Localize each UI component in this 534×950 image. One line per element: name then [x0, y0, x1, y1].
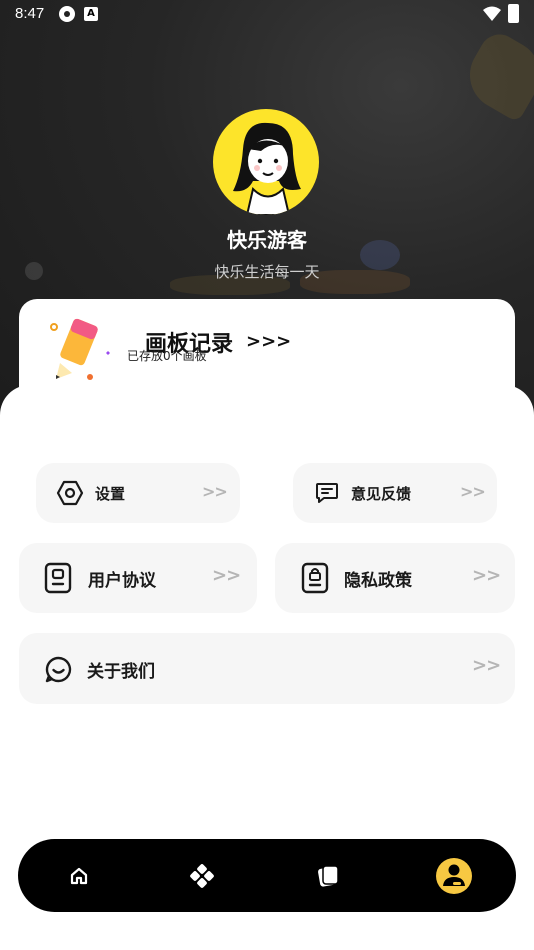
pencil-icon: [50, 318, 110, 380]
settings-arrow: >>: [202, 482, 228, 501]
nav-home[interactable]: [49, 839, 109, 912]
status-time: 8:47: [15, 5, 45, 22]
settings-label: 设置: [95, 485, 126, 503]
privacy-policy-item[interactable]: 隐私政策 >>: [275, 543, 515, 613]
about-us-item[interactable]: 关于我们 >>: [19, 633, 515, 704]
user-agreement-label: 用户协议: [88, 571, 156, 591]
feedback-label: 意见反馈: [351, 485, 412, 503]
record-subtitle: 已存放0个画板: [127, 349, 207, 363]
motto: 快乐生活每一天: [214, 263, 320, 281]
shapes-icon: [190, 863, 214, 888]
profile-icon: [443, 864, 465, 886]
user-agreement-arrow: >>: [212, 565, 241, 586]
nav-shapes[interactable]: [172, 839, 232, 912]
status-bar: 8:47 A: [0, 0, 534, 30]
a-badge-icon: A: [84, 7, 98, 21]
feedback-arrow: >>: [460, 482, 486, 501]
privacy-policy-label: 隐私政策: [344, 571, 412, 591]
about-us-arrow: >>: [472, 655, 501, 676]
photo-icon: [59, 6, 75, 22]
nav-cards[interactable]: [298, 839, 358, 912]
feedback-item[interactable]: 意见反馈 >>: [293, 463, 497, 523]
nav-profile[interactable]: [436, 858, 472, 894]
user-agreement-item[interactable]: 用户协议 >>: [19, 543, 257, 613]
privacy-policy-arrow: >>: [472, 565, 501, 586]
username: 快乐游客: [227, 228, 307, 252]
girl-avatar-icon: [233, 122, 301, 215]
about-us-label: 关于我们: [87, 662, 155, 682]
smile-chat-icon: [45, 656, 72, 683]
wifi-icon: [483, 6, 501, 21]
home-icon: [70, 867, 88, 884]
lock-document-icon: [301, 562, 329, 594]
avatar[interactable]: [213, 109, 319, 215]
settings-item[interactable]: 设置 >>: [36, 463, 240, 523]
record-arrow[interactable]: >>>: [246, 331, 291, 352]
chat-icon: [316, 483, 338, 503]
document-user-icon: [44, 562, 72, 594]
bottom-navigation-bar: [18, 839, 516, 912]
battery-icon: [508, 4, 519, 23]
cards-icon: [318, 864, 339, 887]
hexagon-gear-icon: [56, 480, 84, 506]
